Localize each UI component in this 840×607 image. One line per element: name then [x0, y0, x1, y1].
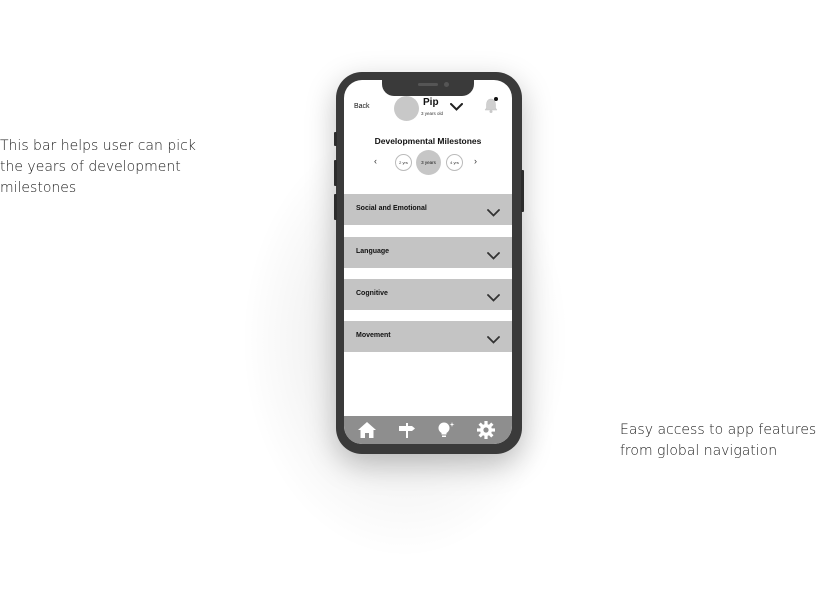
- power-button: [521, 170, 524, 212]
- section-label: Cognitive: [356, 290, 388, 297]
- phone-screen: Back Pip 3 years old Developmental Miles…: [344, 80, 512, 444]
- child-name[interactable]: Pip: [423, 97, 439, 108]
- chevron-down-icon: [487, 204, 500, 222]
- section-movement[interactable]: Movement: [344, 321, 512, 352]
- section-label: Social and Emotional: [356, 205, 427, 212]
- chevron-down-icon: [487, 247, 500, 265]
- phone-notch: [382, 80, 474, 96]
- child-age: 3 years old: [421, 111, 444, 116]
- year-option-2[interactable]: 2 yrs: [395, 154, 412, 171]
- phone-mockup: Back Pip 3 years old Developmental Miles…: [334, 72, 524, 454]
- year-option-4[interactable]: 4 yrs: [446, 154, 463, 171]
- lightbulb-icon[interactable]: [436, 421, 456, 439]
- chevron-left-icon[interactable]: ‹: [374, 156, 377, 166]
- section-social-emotional[interactable]: Social and Emotional: [344, 194, 512, 225]
- annotation-global-nav: Easy access to app features from global …: [620, 422, 817, 459]
- chevron-right-icon[interactable]: ›: [474, 156, 477, 166]
- section-label: Language: [356, 248, 390, 255]
- back-button[interactable]: Back: [354, 103, 370, 110]
- home-icon[interactable]: [357, 421, 377, 439]
- mute-switch: [334, 132, 337, 146]
- year-picker-bar: ‹ 2 yrs 3 years 4 yrs ›: [344, 150, 512, 178]
- global-nav-bar: [344, 416, 512, 444]
- volume-down-button: [334, 194, 337, 220]
- page-title: Developmental Milestones: [374, 136, 482, 146]
- gear-icon[interactable]: [476, 421, 496, 439]
- bell-icon[interactable]: [483, 96, 499, 119]
- section-label: Movement: [356, 332, 391, 339]
- signpost-icon[interactable]: [397, 421, 417, 439]
- speaker-grille: [418, 83, 438, 86]
- year-option-selected[interactable]: 3 years: [416, 150, 441, 175]
- chevron-down-icon: [487, 289, 500, 307]
- chevron-down-icon: [487, 331, 500, 349]
- child-avatar[interactable]: [394, 96, 419, 121]
- volume-up-button: [334, 160, 337, 186]
- annotation-year-picker: This bar helps user can pick the years o…: [0, 138, 196, 196]
- front-camera: [444, 82, 449, 87]
- chevron-down-icon[interactable]: [450, 98, 463, 116]
- section-cognitive[interactable]: Cognitive: [344, 279, 512, 310]
- section-language[interactable]: Language: [344, 237, 512, 268]
